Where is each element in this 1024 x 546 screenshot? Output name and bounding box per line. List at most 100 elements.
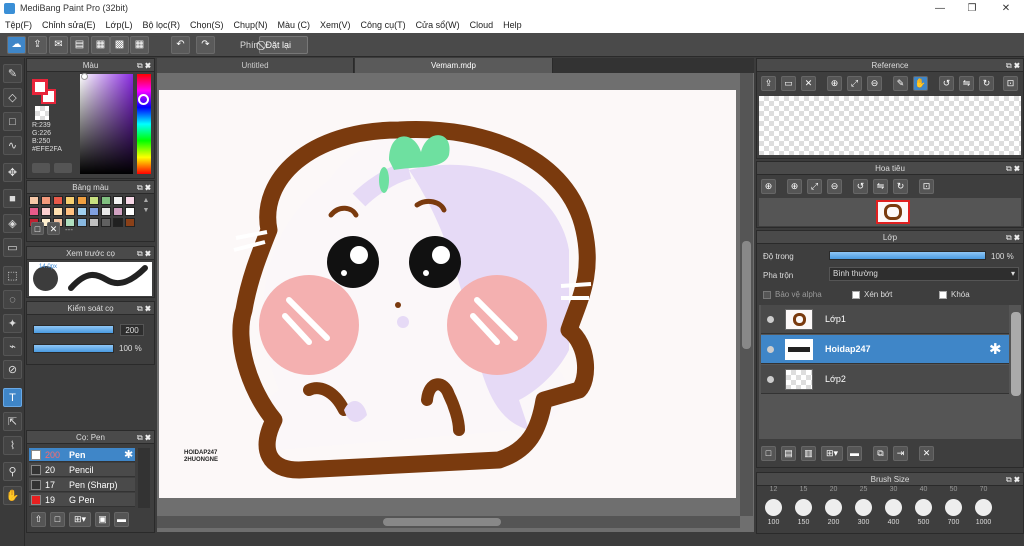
- palette-swatch[interactable]: [77, 207, 87, 216]
- sv-picker-handle[interactable]: [81, 73, 88, 80]
- restore-button[interactable]: ❐: [956, 0, 988, 17]
- brush-settings-icon[interactable]: ▣: [95, 512, 110, 527]
- brush-size-preset[interactable]: 20 200: [819, 486, 848, 527]
- brush-size-preset[interactable]: 15 150: [789, 486, 818, 527]
- gradient-tool-icon[interactable]: ▭: [3, 238, 22, 257]
- nav-zoom-icon[interactable]: ⊕: [761, 179, 776, 194]
- horizontal-scrollbar[interactable]: [157, 516, 740, 528]
- nav-fit-icon[interactable]: ⤢: [807, 179, 822, 194]
- menu-file[interactable]: Tệp(F): [0, 17, 37, 30]
- new-8bit-layer-icon[interactable]: ▥: [801, 446, 816, 461]
- layer-menu-icon[interactable]: ⊞▾: [821, 446, 843, 461]
- operation-tool-icon[interactable]: ⇱: [3, 412, 22, 431]
- brush-item[interactable]: 20 Pencil: [29, 463, 135, 477]
- add-brush-icon[interactable]: ⇧: [31, 512, 46, 527]
- delete-layer-icon[interactable]: ✕: [919, 446, 934, 461]
- foreground-color-swatch[interactable]: [32, 79, 48, 95]
- brush-size-preset[interactable]: 25 300: [849, 486, 878, 527]
- cloud-icon[interactable]: ☁: [7, 36, 26, 54]
- close-reference-icon[interactable]: ✕: [801, 76, 816, 91]
- new-palette-icon[interactable]: □: [31, 222, 44, 235]
- panel-close-icon[interactable]: ⧉ ✖: [1006, 59, 1020, 72]
- brush-opacity-slider[interactable]: [33, 344, 114, 353]
- palette-swatch[interactable]: [101, 196, 111, 205]
- color-swap-button[interactable]: [54, 163, 72, 173]
- palette-swatch[interactable]: [29, 196, 39, 205]
- tab-vemam[interactable]: Vemam.mdp: [355, 58, 553, 73]
- panel-close-icon[interactable]: ⧉ ✖: [137, 247, 151, 260]
- menu-window[interactable]: Cửa sổ(W): [411, 17, 465, 30]
- layer-scroll-thumb[interactable]: [1011, 312, 1021, 396]
- navigator-thumbnail[interactable]: [876, 200, 910, 224]
- brush-list-scrollbar[interactable]: [138, 448, 150, 508]
- panel-close-icon[interactable]: ⧉ ✖: [1006, 473, 1020, 486]
- brush-tool-icon[interactable]: ✎: [3, 64, 22, 83]
- palette-swatch[interactable]: [113, 207, 123, 216]
- eyedropper-tool-icon[interactable]: ⚲: [3, 462, 22, 481]
- gear-icon[interactable]: ✱: [989, 340, 1002, 358]
- menu-select[interactable]: Chọn(S): [185, 17, 229, 30]
- palette-swatch[interactable]: [65, 196, 75, 205]
- blend-mode-select[interactable]: Bình thường ▾: [829, 267, 1019, 281]
- notes-icon[interactable]: ▤: [70, 36, 89, 54]
- palette-swatch[interactable]: [29, 207, 39, 216]
- hue-slider-handle[interactable]: [138, 94, 149, 105]
- palette-swatch[interactable]: [77, 218, 87, 227]
- bucket-tool-icon[interactable]: ◈: [3, 214, 22, 233]
- color-mode-button[interactable]: [32, 163, 50, 173]
- reset-button[interactable]: ⃠ Đặt lại: [259, 36, 308, 54]
- menu-snap[interactable]: Chụp(N): [229, 17, 273, 30]
- select-rect-tool-icon[interactable]: ⬚: [3, 266, 22, 285]
- palette-swatch[interactable]: [101, 207, 111, 216]
- eyedropper-icon[interactable]: ✎: [893, 76, 908, 91]
- brush-size-preset[interactable]: 70 1000: [969, 486, 998, 527]
- tab-untitled[interactable]: Untitled: [157, 58, 354, 73]
- palette-swatch[interactable]: [125, 218, 135, 227]
- brush-size-value[interactable]: 200: [120, 324, 144, 336]
- menu-help[interactable]: Help: [498, 17, 527, 30]
- select-pen-tool-icon[interactable]: ⌁: [3, 337, 22, 356]
- palette-swatch[interactable]: [41, 207, 51, 216]
- menu-layer[interactable]: Lớp(L): [101, 17, 138, 30]
- palette-swatch[interactable]: [125, 196, 135, 205]
- palette-swatch[interactable]: [113, 196, 123, 205]
- panel-close-icon[interactable]: ⧉ ✖: [1006, 162, 1020, 175]
- brush-item[interactable]: 17 Pen (Sharp): [29, 478, 135, 492]
- layer-row[interactable]: Lớp2: [761, 365, 1009, 394]
- flip-icon[interactable]: ⇋: [959, 76, 974, 91]
- navigator-view[interactable]: [759, 198, 1021, 226]
- panel-close-icon[interactable]: ⧉ ✖: [137, 181, 151, 194]
- lasso-tool-icon[interactable]: ◌: [3, 290, 22, 309]
- document-icon[interactable]: ▦: [91, 36, 110, 54]
- lock-checkbox[interactable]: Khóa: [939, 290, 970, 299]
- layer-row[interactable]: Lớp1: [761, 305, 1009, 334]
- brush-menu-icon[interactable]: ⊞▾: [69, 512, 91, 527]
- visibility-icon[interactable]: [767, 346, 774, 353]
- menu-cloud[interactable]: Cloud: [465, 17, 499, 30]
- minimize-button[interactable]: —: [924, 0, 956, 17]
- close-button[interactable]: ✕: [990, 0, 1022, 17]
- nav-rotate-left-icon[interactable]: ↺: [853, 179, 868, 194]
- brush-item[interactable]: 19 G Pen: [29, 493, 135, 507]
- gear-icon[interactable]: ✱: [124, 448, 133, 461]
- rotate-right-icon[interactable]: ↻: [979, 76, 994, 91]
- palette-swatch[interactable]: [89, 218, 99, 227]
- folder-open-icon[interactable]: ▭: [781, 76, 796, 91]
- merge-layer-icon[interactable]: ⇥: [893, 446, 908, 461]
- saturation-value-picker[interactable]: [80, 74, 133, 174]
- share-icon[interactable]: ⇪: [28, 36, 47, 54]
- duplicate-layer-icon[interactable]: ⧉: [873, 446, 888, 461]
- eraser-tool-icon[interactable]: ◇: [3, 88, 22, 107]
- nav-zoom-in-icon[interactable]: ⊕: [787, 179, 802, 194]
- layer-folder-icon[interactable]: ▬: [847, 446, 862, 461]
- palette-swatch[interactable]: [113, 218, 123, 227]
- reset-view-icon[interactable]: ⊡: [1003, 76, 1018, 91]
- palette-swatch[interactable]: [41, 196, 51, 205]
- redo-button[interactable]: ↷: [196, 36, 215, 54]
- text-tool-icon[interactable]: T: [3, 388, 22, 407]
- palette-swatch[interactable]: [125, 207, 135, 216]
- visibility-icon[interactable]: [767, 316, 774, 323]
- vertical-scrollbar[interactable]: [740, 73, 753, 516]
- magic-wand-tool-icon[interactable]: ✦: [3, 314, 22, 333]
- visibility-icon[interactable]: [767, 376, 774, 383]
